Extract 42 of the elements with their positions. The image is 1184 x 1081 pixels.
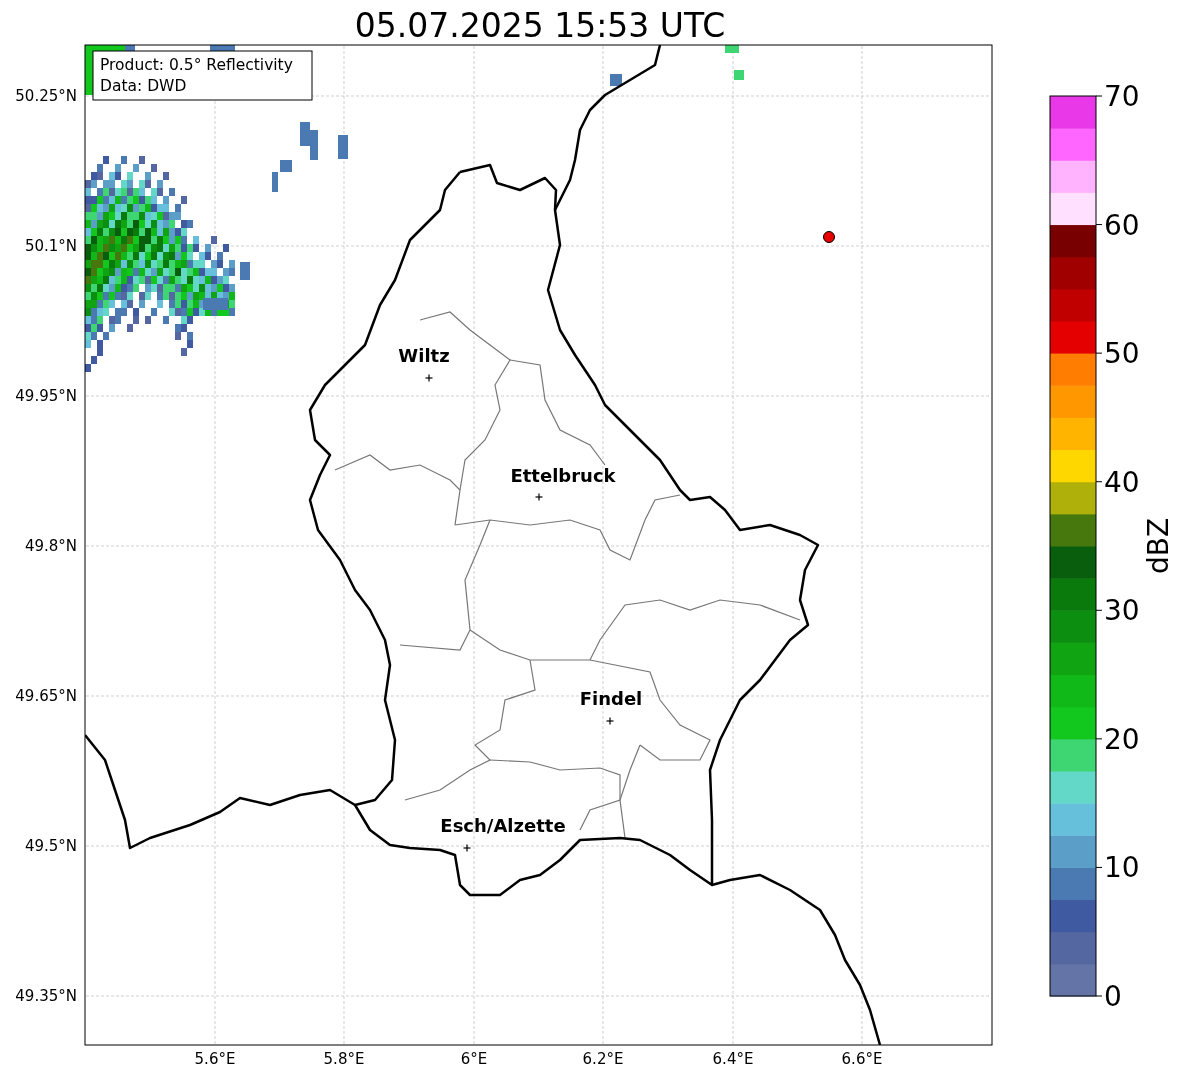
latitude-label: 49.65°N <box>15 687 77 705</box>
colorbar-tick <box>1095 738 1103 740</box>
longitude-label: 6.4°E <box>712 1050 754 1068</box>
chart-title: 05.07.2025 15:53 UTC <box>354 6 726 45</box>
longitude-label: 5.6°E <box>194 1050 236 1068</box>
colorbar-tick <box>1095 481 1103 483</box>
station-marker <box>823 231 835 243</box>
city-marker-icon <box>462 843 472 853</box>
city-marker-icon <box>534 492 544 502</box>
colorbar-label: 50 <box>1104 337 1140 371</box>
colorbar-tick <box>1095 95 1103 97</box>
info-text: Product: 0.5° Reflectivity <box>100 56 293 74</box>
city-label: Ettelbruck <box>510 465 616 486</box>
latitude-label: 49.5°N <box>24 837 77 855</box>
colorbar-label: 0 <box>1104 980 1122 1013</box>
latitude-label: 49.35°N <box>15 987 77 1005</box>
colorbar-label: 40 <box>1104 465 1140 499</box>
colorbar-tick <box>1095 352 1103 354</box>
city-label: Esch/Alzette <box>440 815 566 836</box>
city-label: Findel <box>579 688 643 709</box>
info-text: Data: DWD <box>100 77 187 95</box>
latitude-label: 49.95°N <box>15 387 77 405</box>
latitude-label: 50.25°N <box>15 87 77 105</box>
latitude-label: 49.8°N <box>24 537 77 555</box>
longitude-label: 5.8°E <box>323 1050 365 1068</box>
city-marker-icon <box>424 373 434 383</box>
city-marker-icon <box>605 716 615 726</box>
latitude-label: 50.1°N <box>24 237 77 255</box>
longitude-label: 6.6°E <box>841 1050 883 1068</box>
colorbar-label: 10 <box>1104 851 1140 885</box>
colorbar-tick <box>1095 609 1103 611</box>
colorbar-tick <box>1095 866 1103 868</box>
colorbar-label: 60 <box>1104 208 1140 242</box>
colorbar-label: 20 <box>1104 722 1140 756</box>
colorbar-tick <box>1095 224 1103 226</box>
city-label: Wiltz <box>398 345 450 366</box>
colorbar-label: 70 <box>1104 80 1140 113</box>
colorbar-title: dBZ <box>1142 517 1175 575</box>
colorbar-label: 30 <box>1104 594 1140 628</box>
colorbar-tick <box>1095 995 1103 997</box>
longitude-label: 6°E <box>460 1050 488 1068</box>
longitude-label: 6.2°E <box>582 1050 624 1068</box>
